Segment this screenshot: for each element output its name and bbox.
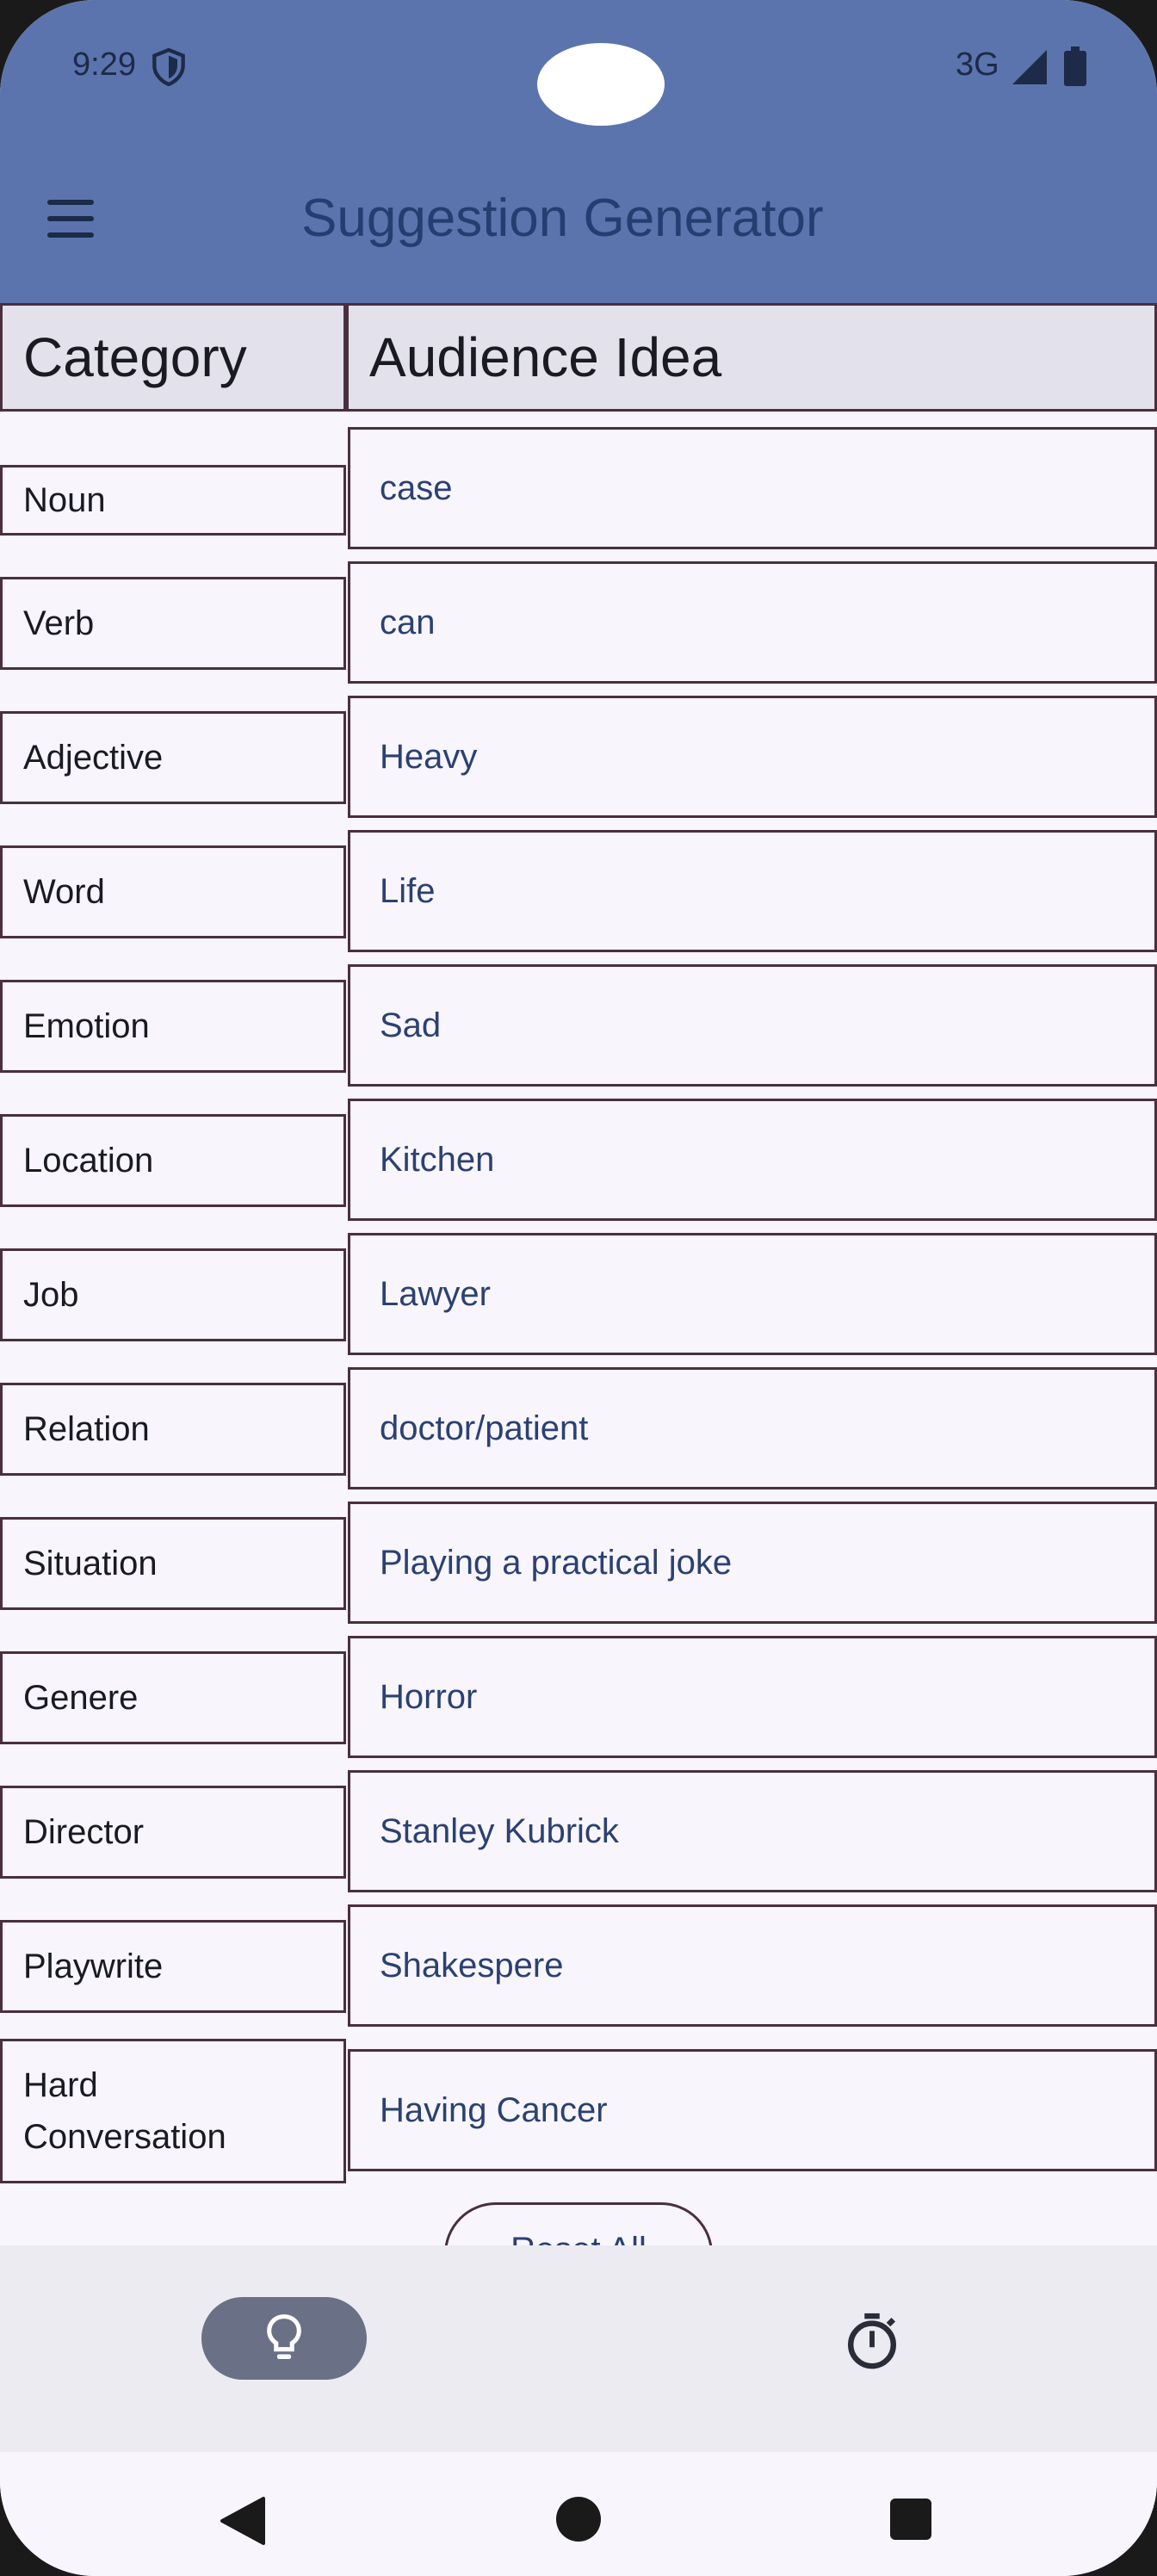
idea-field[interactable]: can bbox=[348, 561, 1157, 684]
idea-value: Shakespere bbox=[380, 1946, 564, 1985]
status-time: 9:29 bbox=[72, 46, 136, 83]
idea-field[interactable]: Sad bbox=[348, 964, 1157, 1087]
category-label: Director bbox=[23, 1813, 145, 1851]
category-cell: Verb bbox=[0, 577, 346, 670]
lightbulb-icon bbox=[267, 2314, 301, 2359]
home-icon[interactable] bbox=[556, 2497, 601, 2542]
idea-field[interactable]: Horror bbox=[348, 1636, 1157, 1758]
category-label: Emotion bbox=[23, 1007, 150, 1045]
category-label: Word bbox=[23, 873, 105, 911]
timer-icon[interactable] bbox=[842, 2311, 902, 2371]
category-label: Location bbox=[23, 1142, 154, 1180]
category-label: Relation bbox=[23, 1410, 150, 1448]
idea-field[interactable]: Shakespere bbox=[348, 1904, 1157, 2027]
column-header-category-label: Category bbox=[23, 326, 247, 388]
camera-cutout bbox=[537, 43, 665, 126]
category-cell: Situation bbox=[0, 1517, 346, 1610]
idea-value: Playing a practical joke bbox=[380, 1543, 733, 1582]
category-cell: Emotion bbox=[0, 980, 346, 1073]
category-label: Playwrite bbox=[23, 1947, 164, 1985]
category-label: Verb bbox=[23, 604, 95, 642]
signal-icon bbox=[1012, 50, 1047, 84]
menu-icon-bar bbox=[47, 232, 94, 238]
menu-icon bbox=[47, 200, 94, 205]
app-title: Suggestion Generator bbox=[301, 189, 824, 248]
bottom-navigation bbox=[0, 2245, 1157, 2452]
category-label: Job bbox=[23, 1276, 79, 1314]
app-screen: 9:29 3G Suggestion Generator Category Au… bbox=[0, 0, 1157, 2576]
column-header-category: Category bbox=[0, 303, 346, 412]
idea-value: Horror bbox=[380, 1677, 478, 1716]
idea-value: Heavy bbox=[380, 737, 478, 776]
idea-field[interactable]: Playing a practical joke bbox=[348, 1502, 1157, 1624]
column-header-idea-label: Audience Idea bbox=[369, 326, 722, 388]
category-label: Adjective bbox=[23, 739, 164, 777]
back-icon[interactable] bbox=[219, 2495, 267, 2547]
idea-value: Sad bbox=[380, 1006, 442, 1044]
idea-value: Having Cancer bbox=[380, 2090, 608, 2129]
shield-icon bbox=[152, 48, 185, 86]
idea-value: Stanley Kubrick bbox=[380, 1811, 619, 1850]
system-navigation-bar bbox=[0, 2452, 1157, 2576]
idea-field[interactable]: Having Cancer bbox=[348, 2049, 1157, 2171]
category-cell: Location bbox=[0, 1114, 346, 1207]
category-cell: Hard Conversation bbox=[0, 2039, 346, 2183]
nav-ideas-tab[interactable] bbox=[201, 2297, 367, 2380]
category-label: Hard Conversation bbox=[23, 2066, 226, 2156]
category-cell: Noun bbox=[0, 465, 346, 536]
menu-button[interactable] bbox=[45, 196, 96, 241]
idea-value: Life bbox=[380, 871, 436, 910]
top-app-bar: 9:29 3G Suggestion Generator bbox=[0, 0, 1157, 303]
idea-value: can bbox=[380, 603, 436, 641]
column-header-idea: Audience Idea bbox=[346, 303, 1157, 412]
idea-field[interactable]: doctor/patient bbox=[348, 1367, 1157, 1489]
battery-icon bbox=[1064, 46, 1086, 86]
category-cell: Playwrite bbox=[0, 1920, 346, 2013]
idea-field[interactable]: Life bbox=[348, 830, 1157, 952]
recents-icon[interactable] bbox=[890, 2499, 931, 2540]
idea-field[interactable]: Lawyer bbox=[348, 1233, 1157, 1355]
category-label: Noun bbox=[23, 481, 106, 519]
category-cell: Genere bbox=[0, 1651, 346, 1744]
idea-value: doctor/patient bbox=[380, 1409, 589, 1447]
idea-value: case bbox=[380, 468, 453, 507]
idea-field[interactable]: Kitchen bbox=[348, 1099, 1157, 1221]
category-label: Genere bbox=[23, 1679, 139, 1717]
idea-field[interactable]: Heavy bbox=[348, 696, 1157, 818]
idea-value: Kitchen bbox=[380, 1140, 495, 1179]
category-cell: Job bbox=[0, 1248, 346, 1341]
category-cell: Adjective bbox=[0, 711, 346, 804]
category-cell: Director bbox=[0, 1786, 346, 1879]
idea-field[interactable]: Stanley Kubrick bbox=[348, 1770, 1157, 1892]
category-label: Situation bbox=[23, 1545, 158, 1582]
idea-value: Lawyer bbox=[380, 1274, 491, 1313]
category-cell: Word bbox=[0, 845, 346, 938]
category-cell: Relation bbox=[0, 1383, 346, 1476]
menu-icon-bar bbox=[47, 216, 94, 221]
network-type: 3G bbox=[956, 46, 999, 83]
idea-field[interactable]: case bbox=[348, 427, 1157, 549]
